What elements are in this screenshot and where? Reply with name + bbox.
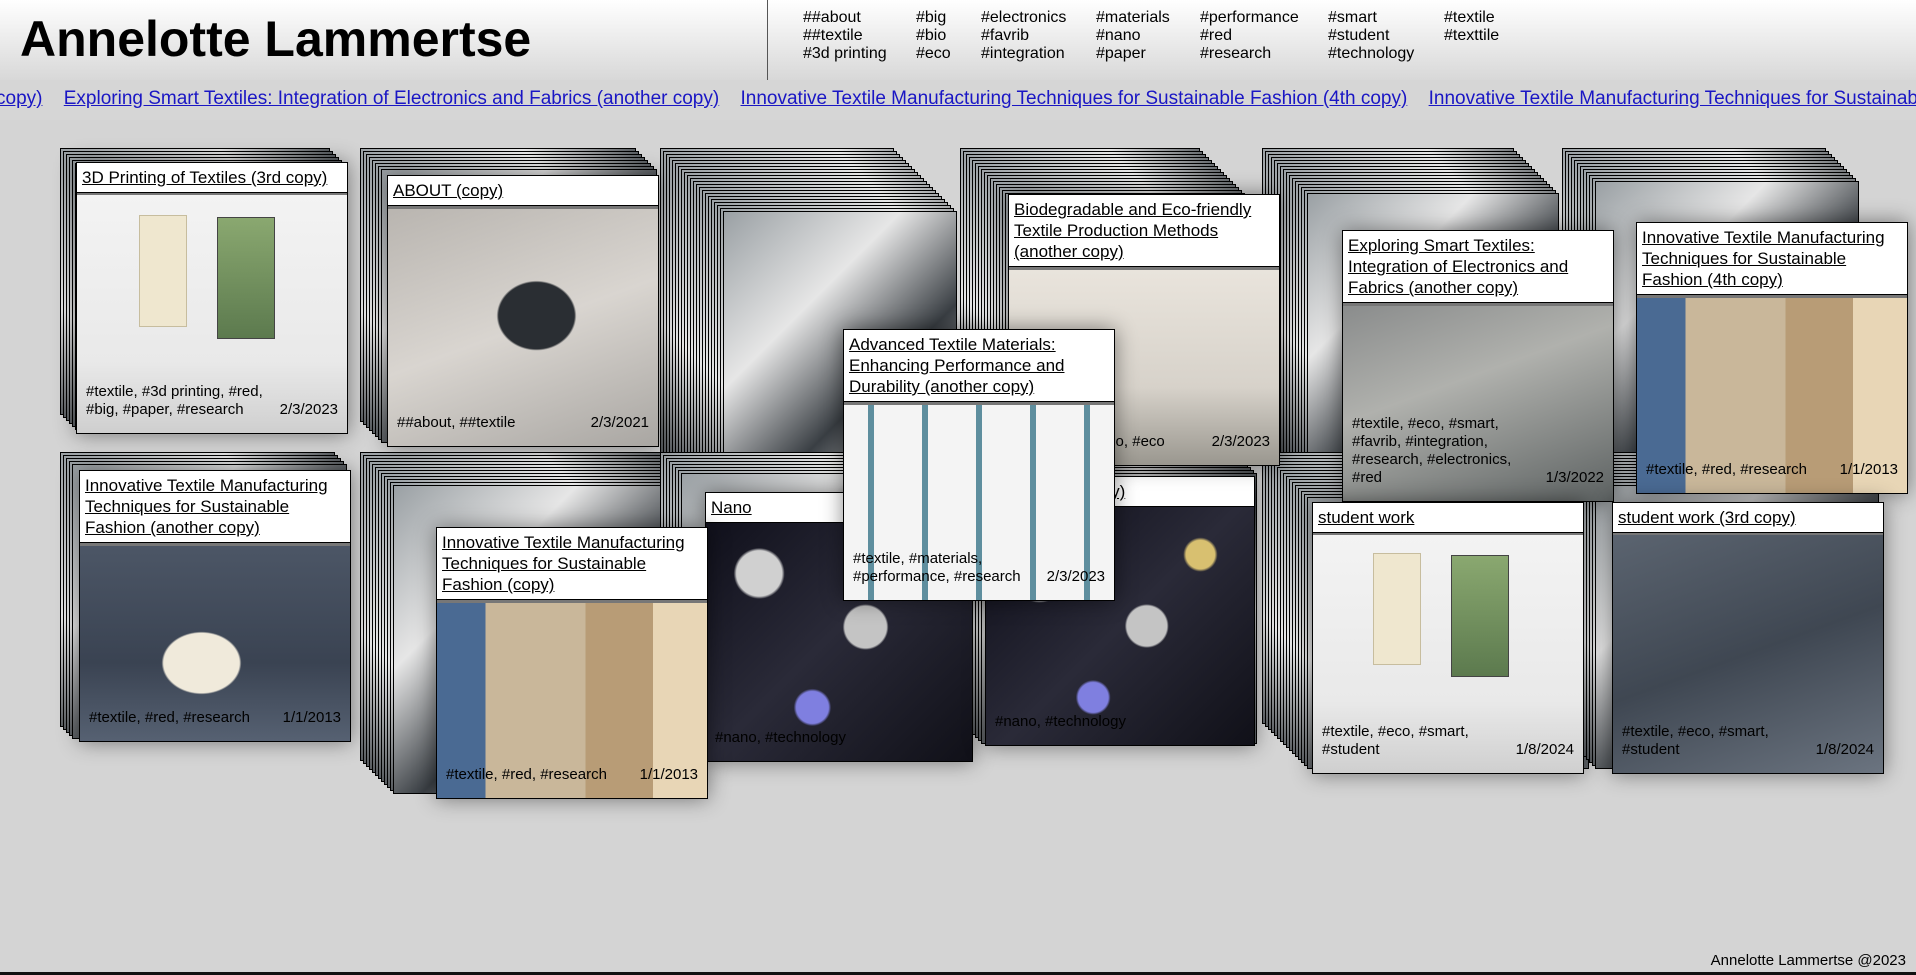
project-card[interactable]: student work (3rd copy) #textile, #eco, … [1612,502,1884,774]
card-date: 1/1/2013 [639,766,698,783]
card-date: 2/3/2023 [279,401,338,418]
project-card[interactable]: Innovative Textile Manufacturing Techniq… [79,470,351,742]
card-tags: #textile, #red, #research [446,766,607,783]
tag-link[interactable]: #smart [1328,9,1414,27]
project-card[interactable]: Advanced Textile Materials: Enhancing Pe… [843,329,1115,601]
site-title[interactable]: Annelotte Lammertse [20,10,531,68]
tag-link[interactable]: #materials [1096,9,1170,27]
card-tags: ##about, ##textile [397,414,516,431]
card-tags: #nano, #technology [715,729,846,746]
tag-link[interactable]: #integration [981,45,1066,63]
tag-link[interactable]: #research [1200,45,1299,63]
tag-link[interactable]: ##about [803,9,887,27]
card-tags: #textile, #eco, #smart, #student [1622,723,1769,758]
tag-link[interactable]: #favrib [981,27,1066,45]
project-card[interactable]: ABOUT (copy) ##about, ##textile 2/3/2021 [387,175,659,447]
card-title[interactable]: Advanced Textile Materials: Enhancing Pe… [844,330,1114,402]
tag-column: ##about ##textile #3d printing [803,9,887,63]
card-date: 2/3/2021 [590,414,649,431]
card-tags: #textile, #3d printing, #red, #big, #pap… [86,383,263,418]
card-tags: #textile, #eco, #smart, #favrib, #integr… [1352,415,1512,486]
tag-column: #textile #texttile [1444,9,1499,45]
project-card[interactable]: 3D Printing of Textiles (3rd copy) #text… [76,162,348,434]
ticker-link[interactable]: copy) [0,88,42,109]
card-title[interactable]: Innovative Textile Manufacturing Techniq… [1637,223,1907,295]
card-date: 2/3/2023 [1046,568,1105,585]
tag-link[interactable]: #red [1200,27,1299,45]
tag-link[interactable]: #texttile [1444,27,1499,45]
card-title[interactable]: Innovative Textile Manufacturing Techniq… [437,528,707,600]
ticker-link[interactable]: Innovative Textile Manufacturing Techniq… [741,88,1408,109]
tag-column: #materials #nano #paper [1096,9,1170,63]
project-card[interactable]: Innovative Textile Manufacturing Techniq… [1636,222,1908,494]
card-date: 1/3/2022 [1545,469,1604,486]
ticker-track: copy) Exploring Smart Textiles: Integrat… [0,88,1916,110]
tag-column: #electronics #favrib #integration [981,9,1066,63]
tag-link[interactable]: #big [916,9,951,27]
card-title[interactable]: ABOUT (copy) [388,176,658,206]
card-title[interactable]: student work [1313,503,1583,533]
tag-link[interactable]: ##textile [803,27,887,45]
tag-link[interactable]: #nano [1096,27,1170,45]
artwork-shape [139,215,187,327]
card-date: 1/8/2024 [1515,741,1574,758]
site-header: Annelotte Lammertse ##about ##textile #3… [0,0,1916,80]
card-tags: #nano, #technology [995,713,1126,730]
artwork-shape [1451,555,1509,677]
card-title[interactable]: Biodegradable and Eco-friendly Textile P… [1009,195,1279,267]
card-tags: #textile, #materials, #performance, #res… [853,550,1021,585]
card-title[interactable]: 3D Printing of Textiles (3rd copy) [77,163,347,193]
tag-link[interactable]: #bio [916,27,951,45]
artwork-shape [217,217,275,339]
card-date: 1/1/2013 [282,709,341,726]
project-card[interactable]: Innovative Textile Manufacturing Techniq… [436,527,708,799]
project-card[interactable]: Exploring Smart Textiles: Integration of… [1342,230,1614,502]
tag-link[interactable]: #student [1328,27,1414,45]
card-tags: #textile, #red, #research [1646,461,1807,478]
footer-credit: Annelotte Lammertse @2023 [1710,952,1906,969]
card-date: 1/8/2024 [1815,741,1874,758]
card-tags: #textile, #eco, #smart, #student [1322,723,1469,758]
tag-link[interactable]: #performance [1200,9,1299,27]
tag-column: #big #bio #eco [916,9,951,63]
card-tags: #textile, #red, #research [89,709,250,726]
tag-column: #performance #red #research [1200,9,1299,63]
scrolling-ticker: copy) Exploring Smart Textiles: Integrat… [0,80,1916,120]
project-card[interactable]: student work #textile, #eco, #smart, #st… [1312,502,1584,774]
ticker-link[interactable]: Innovative Textile Manufacturing Techniq… [1429,88,1916,109]
tag-link[interactable]: #electronics [981,9,1066,27]
card-title[interactable]: Exploring Smart Textiles: Integration of… [1343,231,1613,303]
card-title[interactable]: student work (3rd copy) [1613,503,1883,533]
tag-link[interactable]: #3d printing [803,45,887,63]
tag-link[interactable]: #textile [1444,9,1499,27]
tag-link[interactable]: #technology [1328,45,1414,63]
tag-link[interactable]: #paper [1096,45,1170,63]
card-title[interactable]: Innovative Textile Manufacturing Techniq… [80,471,350,543]
header-divider [767,0,768,80]
tag-link[interactable]: #eco [916,45,951,63]
artwork-shape [1373,553,1421,665]
card-photo [388,209,658,446]
card-date: 2/3/2023 [1211,433,1270,450]
card-date: 1/1/2013 [1839,461,1898,478]
tag-column: #smart #student #technology [1328,9,1414,63]
ticker-link[interactable]: Exploring Smart Textiles: Integration of… [64,88,719,109]
